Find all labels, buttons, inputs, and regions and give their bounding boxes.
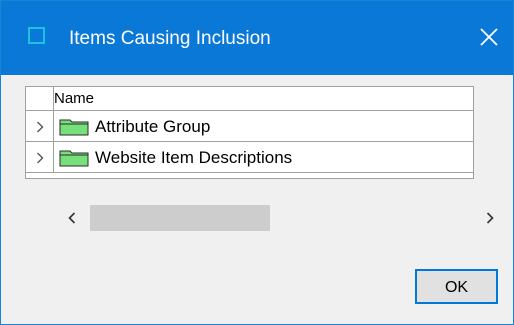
chevron-right-icon [486,212,494,224]
close-icon [480,28,498,46]
close-button[interactable] [469,21,509,55]
horizontal-scrollbar[interactable] [56,204,506,231]
row-gutter [26,111,54,141]
folder-icon [59,119,89,136]
scroll-right-button[interactable] [476,204,506,231]
tree-row[interactable]: Website Item Descriptions [26,142,473,173]
ok-button[interactable]: OK [415,269,498,304]
app-window-icon [28,27,45,44]
scroll-left-button[interactable] [56,204,90,231]
items-tree[interactable]: Name Attribute Group Website Item Descri… [25,86,474,179]
chevron-left-icon [68,212,76,224]
chevron-right-icon[interactable] [36,121,44,133]
row-label: Attribute Group [95,117,211,136]
header-gutter [26,87,54,110]
dialog-window: Items Causing Inclusion Name Attribute G… [0,0,514,325]
row-label: Website Item Descriptions [95,148,293,167]
row-gutter [26,142,54,172]
tree-row[interactable]: Attribute Group [26,111,473,142]
scrollbar-thumb[interactable] [90,205,270,231]
folder-icon [59,150,89,167]
title-bar[interactable]: Items Causing Inclusion [1,1,513,75]
column-header-name[interactable]: Name [54,91,94,107]
chevron-right-icon[interactable] [36,152,44,164]
tree-header: Name [26,87,473,111]
window-title: Items Causing Inclusion [69,28,271,49]
